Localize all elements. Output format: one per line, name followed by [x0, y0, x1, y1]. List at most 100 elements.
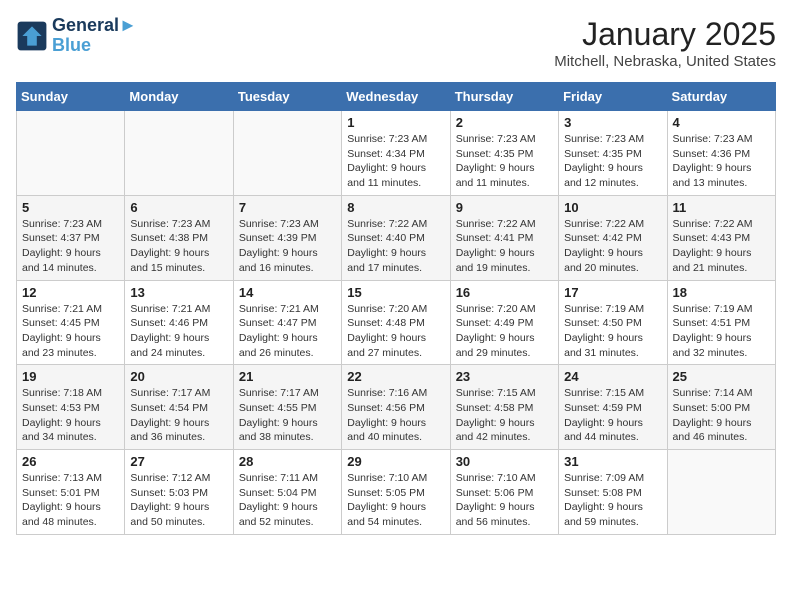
- day-cell: [233, 111, 341, 196]
- day-cell: 24Sunrise: 7:15 AMSunset: 4:59 PMDayligh…: [559, 365, 667, 450]
- day-cell: 8 Sunrise: 7:22 AMSunset: 4:40 PMDaylight…: [342, 195, 450, 280]
- day-cell: [667, 450, 775, 535]
- day-content: Sunrise: 7:14 AMSunset: 5:00 PMDaylight:…: [673, 386, 770, 445]
- day-content: Sunrise: 7:21 AMSunset: 4:47 PMDaylight:…: [239, 302, 336, 361]
- day-number: 9: [456, 200, 553, 215]
- day-number: 21: [239, 369, 336, 384]
- day-cell: 6 Sunrise: 7:23 AMSunset: 4:38 PMDaylight…: [125, 195, 233, 280]
- week-row-4: 19 Sunrise: 7:18 AMSunset: 4:53 PMDayligh…: [17, 365, 776, 450]
- day-number: 6: [130, 200, 227, 215]
- day-content: Sunrise: 7:22 AMSunset: 4:41 PMDaylight:…: [456, 217, 553, 276]
- column-header-friday: Friday: [559, 83, 667, 111]
- day-content: Sunrise: 7:20 AMSunset: 4:49 PMDaylight:…: [456, 302, 553, 361]
- column-header-tuesday: Tuesday: [233, 83, 341, 111]
- day-cell: 27 Sunrise: 7:12 AMSunset: 5:03 PMDayligh…: [125, 450, 233, 535]
- day-cell: 5 Sunrise: 7:23 AMSunset: 4:37 PMDaylight…: [17, 195, 125, 280]
- column-header-saturday: Saturday: [667, 83, 775, 111]
- day-content: Sunrise: 7:21 AMSunset: 4:46 PMDaylight:…: [130, 302, 227, 361]
- day-content: Sunrise: 7:10 AMSunset: 5:06 PMDaylight:…: [456, 471, 553, 530]
- day-cell: 12Sunrise: 7:21 AMSunset: 4:45 PMDayligh…: [17, 280, 125, 365]
- day-cell: [125, 111, 233, 196]
- week-row-3: 12Sunrise: 7:21 AMSunset: 4:45 PMDayligh…: [17, 280, 776, 365]
- day-number: 16: [456, 285, 553, 300]
- day-number: 4: [673, 115, 770, 130]
- day-content: Sunrise: 7:23 AMSunset: 4:39 PMDaylight:…: [239, 217, 336, 276]
- day-content: Sunrise: 7:23 AMSunset: 4:35 PMDaylight:…: [564, 132, 661, 191]
- day-number: 23: [456, 369, 553, 384]
- column-header-thursday: Thursday: [450, 83, 558, 111]
- page-header: General► Blue January 2025 Mitchell, Neb…: [16, 16, 776, 70]
- calendar: SundayMondayTuesdayWednesdayThursdayFrid…: [16, 82, 776, 535]
- day-cell: 10Sunrise: 7:22 AMSunset: 4:42 PMDayligh…: [559, 195, 667, 280]
- day-content: Sunrise: 7:20 AMSunset: 4:48 PMDaylight:…: [347, 302, 444, 361]
- day-cell: 19 Sunrise: 7:18 AMSunset: 4:53 PMDayligh…: [17, 365, 125, 450]
- day-number: 29: [347, 454, 444, 469]
- day-cell: 13 Sunrise: 7:21 AMSunset: 4:46 PMDayligh…: [125, 280, 233, 365]
- day-number: 24: [564, 369, 661, 384]
- week-row-2: 5 Sunrise: 7:23 AMSunset: 4:37 PMDaylight…: [17, 195, 776, 280]
- day-cell: 1Sunrise: 7:23 AMSunset: 4:34 PMDaylight…: [342, 111, 450, 196]
- day-content: Sunrise: 7:23 AMSunset: 4:38 PMDaylight:…: [130, 217, 227, 276]
- day-cell: 2Sunrise: 7:23 AMSunset: 4:35 PMDaylight…: [450, 111, 558, 196]
- day-content: Sunrise: 7:22 AMSunset: 4:40 PMDaylight:…: [347, 217, 444, 276]
- day-number: 26: [22, 454, 119, 469]
- day-content: Sunrise: 7:15 AMSunset: 4:58 PMDaylight:…: [456, 386, 553, 445]
- day-cell: 14 Sunrise: 7:21 AMSunset: 4:47 PMDayligh…: [233, 280, 341, 365]
- day-content: Sunrise: 7:11 AMSunset: 5:04 PMDaylight:…: [239, 471, 336, 530]
- day-cell: 16 Sunrise: 7:20 AMSunset: 4:49 PMDayligh…: [450, 280, 558, 365]
- day-cell: 26 Sunrise: 7:13 AMSunset: 5:01 PMDayligh…: [17, 450, 125, 535]
- logo: General► Blue: [16, 16, 137, 56]
- day-content: Sunrise: 7:17 AMSunset: 4:54 PMDaylight:…: [130, 386, 227, 445]
- day-content: Sunrise: 7:22 AMSunset: 4:42 PMDaylight:…: [564, 217, 661, 276]
- day-content: Sunrise: 7:19 AMSunset: 4:51 PMDaylight:…: [673, 302, 770, 361]
- day-number: 15: [347, 285, 444, 300]
- logo-text: General► Blue: [52, 16, 137, 56]
- day-cell: 23 Sunrise: 7:15 AMSunset: 4:58 PMDayligh…: [450, 365, 558, 450]
- column-header-sunday: Sunday: [17, 83, 125, 111]
- day-number: 25: [673, 369, 770, 384]
- day-content: Sunrise: 7:23 AMSunset: 4:35 PMDaylight:…: [456, 132, 553, 191]
- day-cell: 9 Sunrise: 7:22 AMSunset: 4:41 PMDaylight…: [450, 195, 558, 280]
- day-number: 5: [22, 200, 119, 215]
- day-cell: 30 Sunrise: 7:10 AMSunset: 5:06 PMDayligh…: [450, 450, 558, 535]
- day-number: 20: [130, 369, 227, 384]
- column-header-monday: Monday: [125, 83, 233, 111]
- day-cell: 11 Sunrise: 7:22 AMSunset: 4:43 PMDayligh…: [667, 195, 775, 280]
- day-number: 7: [239, 200, 336, 215]
- day-cell: 15 Sunrise: 7:20 AMSunset: 4:48 PMDayligh…: [342, 280, 450, 365]
- day-number: 18: [673, 285, 770, 300]
- day-number: 3: [564, 115, 661, 130]
- day-cell: 7 Sunrise: 7:23 AMSunset: 4:39 PMDaylight…: [233, 195, 341, 280]
- day-number: 27: [130, 454, 227, 469]
- calendar-header: SundayMondayTuesdayWednesdayThursdayFrid…: [17, 83, 776, 111]
- day-content: Sunrise: 7:16 AMSunset: 4:56 PMDaylight:…: [347, 386, 444, 445]
- day-number: 22: [347, 369, 444, 384]
- day-cell: 31Sunrise: 7:09 AMSunset: 5:08 PMDayligh…: [559, 450, 667, 535]
- day-number: 12: [22, 285, 119, 300]
- day-cell: 20 Sunrise: 7:17 AMSunset: 4:54 PMDayligh…: [125, 365, 233, 450]
- day-number: 31: [564, 454, 661, 469]
- day-cell: 3 Sunrise: 7:23 AMSunset: 4:35 PMDaylight…: [559, 111, 667, 196]
- day-cell: 28Sunrise: 7:11 AMSunset: 5:04 PMDayligh…: [233, 450, 341, 535]
- day-content: Sunrise: 7:12 AMSunset: 5:03 PMDaylight:…: [130, 471, 227, 530]
- day-content: Sunrise: 7:13 AMSunset: 5:01 PMDaylight:…: [22, 471, 119, 530]
- day-cell: 22 Sunrise: 7:16 AMSunset: 4:56 PMDayligh…: [342, 365, 450, 450]
- day-content: Sunrise: 7:10 AMSunset: 5:05 PMDaylight:…: [347, 471, 444, 530]
- day-cell: 18 Sunrise: 7:19 AMSunset: 4:51 PMDayligh…: [667, 280, 775, 365]
- location: Mitchell, Nebraska, United States: [554, 53, 776, 70]
- day-number: 30: [456, 454, 553, 469]
- day-number: 1: [347, 115, 444, 130]
- month-year: January 2025: [554, 16, 776, 53]
- day-content: Sunrise: 7:22 AMSunset: 4:43 PMDaylight:…: [673, 217, 770, 276]
- day-cell: 25 Sunrise: 7:14 AMSunset: 5:00 PMDayligh…: [667, 365, 775, 450]
- day-number: 8: [347, 200, 444, 215]
- day-cell: 29 Sunrise: 7:10 AMSunset: 5:05 PMDayligh…: [342, 450, 450, 535]
- day-content: Sunrise: 7:23 AMSunset: 4:37 PMDaylight:…: [22, 217, 119, 276]
- day-number: 13: [130, 285, 227, 300]
- day-content: Sunrise: 7:18 AMSunset: 4:53 PMDaylight:…: [22, 386, 119, 445]
- column-header-wednesday: Wednesday: [342, 83, 450, 111]
- day-number: 19: [22, 369, 119, 384]
- day-number: 14: [239, 285, 336, 300]
- day-cell: 4Sunrise: 7:23 AMSunset: 4:36 PMDaylight…: [667, 111, 775, 196]
- day-number: 11: [673, 200, 770, 215]
